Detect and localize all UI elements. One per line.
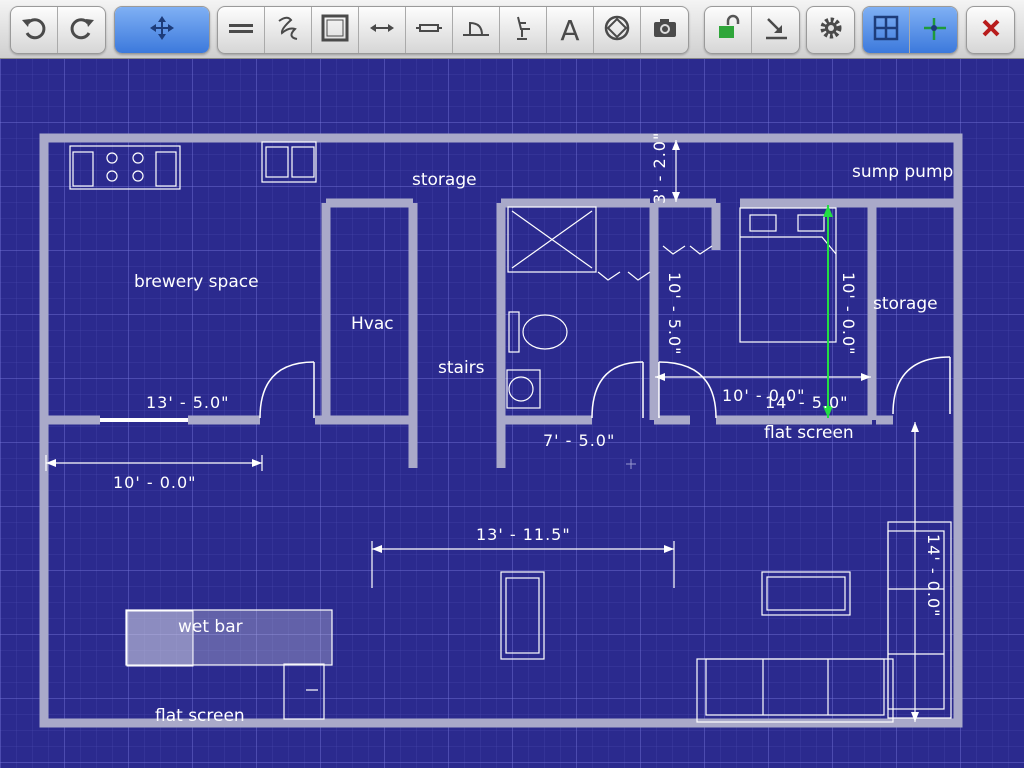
settings-group bbox=[806, 6, 855, 54]
furniture-tool-icon bbox=[508, 13, 538, 47]
grid-icon bbox=[871, 13, 901, 47]
wall-tool-icon bbox=[226, 13, 256, 47]
settings-button[interactable] bbox=[807, 7, 854, 53]
dimension-tool-icon bbox=[367, 13, 397, 47]
snap-toggle-button[interactable] bbox=[910, 7, 957, 53]
door-tool-icon bbox=[461, 13, 491, 47]
dimension-tool-button[interactable] bbox=[359, 7, 406, 53]
close-group bbox=[966, 6, 1015, 54]
layers-group bbox=[704, 6, 800, 54]
symbol-tool-icon bbox=[602, 13, 632, 47]
symbol-tool-button[interactable] bbox=[594, 7, 641, 53]
unlock-button[interactable] bbox=[705, 7, 752, 53]
wall-tool-button[interactable] bbox=[218, 7, 265, 53]
toolbar: A bbox=[0, 0, 1024, 59]
wet-bar-counter bbox=[125, 609, 333, 667]
crosshair bbox=[626, 459, 636, 469]
snap-icon bbox=[919, 13, 949, 47]
room-tool-button[interactable] bbox=[312, 7, 359, 53]
furniture-tool-button[interactable] bbox=[500, 7, 547, 53]
draw-tools-group: A bbox=[217, 6, 689, 54]
text-tool-button[interactable]: A bbox=[547, 7, 594, 53]
floor-plan-canvas[interactable] bbox=[0, 58, 1024, 768]
export-button[interactable] bbox=[752, 7, 799, 53]
close-button[interactable] bbox=[967, 7, 1014, 53]
move-arrows-icon bbox=[147, 13, 177, 47]
freehand-tool-icon bbox=[273, 13, 303, 47]
room-tool-icon bbox=[320, 13, 350, 47]
selection-guide[interactable] bbox=[823, 205, 833, 418]
window-tool-icon bbox=[414, 13, 444, 47]
grid-toggle-button[interactable] bbox=[863, 7, 910, 53]
export-icon bbox=[761, 13, 791, 47]
grid-group bbox=[862, 6, 958, 54]
door-tool-button[interactable] bbox=[453, 7, 500, 53]
select-group bbox=[114, 6, 210, 54]
undo-icon bbox=[19, 13, 49, 47]
window-tool-button[interactable] bbox=[406, 7, 453, 53]
unlock-icon bbox=[713, 13, 743, 47]
redo-button[interactable] bbox=[58, 7, 105, 53]
freehand-tool-button[interactable] bbox=[265, 7, 312, 53]
redo-icon bbox=[67, 13, 97, 47]
doors bbox=[100, 356, 951, 422]
gear-icon bbox=[816, 13, 846, 47]
text-tool-icon: A bbox=[560, 13, 580, 47]
camera-button[interactable] bbox=[641, 7, 688, 53]
camera-icon bbox=[650, 13, 680, 47]
move-tool-button[interactable] bbox=[115, 7, 209, 53]
close-icon bbox=[976, 13, 1006, 47]
undo-button[interactable] bbox=[11, 7, 58, 53]
history-group bbox=[10, 6, 106, 54]
